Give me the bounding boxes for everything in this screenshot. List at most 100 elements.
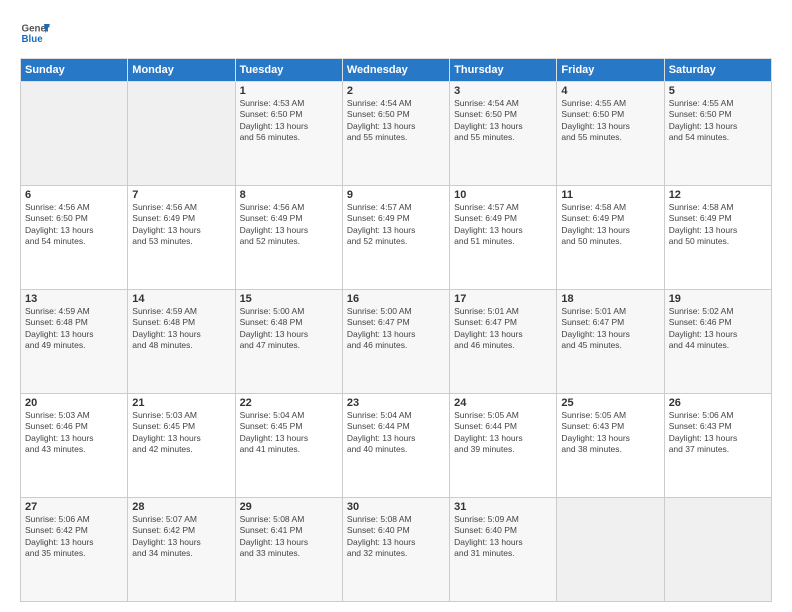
week-row-2: 6Sunrise: 4:56 AM Sunset: 6:50 PM Daylig… (21, 186, 772, 290)
weekday-header-sunday: Sunday (21, 59, 128, 82)
day-number: 12 (669, 189, 767, 201)
cell-info: Sunrise: 4:54 AM Sunset: 6:50 PM Dayligh… (454, 98, 552, 144)
calendar-cell: 3Sunrise: 4:54 AM Sunset: 6:50 PM Daylig… (450, 82, 557, 186)
cell-info: Sunrise: 4:58 AM Sunset: 6:49 PM Dayligh… (561, 202, 659, 248)
calendar-cell (557, 498, 664, 602)
cell-info: Sunrise: 5:08 AM Sunset: 6:41 PM Dayligh… (240, 514, 338, 560)
weekday-header-saturday: Saturday (664, 59, 771, 82)
cell-info: Sunrise: 4:59 AM Sunset: 6:48 PM Dayligh… (132, 306, 230, 352)
day-number: 22 (240, 397, 338, 409)
calendar-cell: 9Sunrise: 4:57 AM Sunset: 6:49 PM Daylig… (342, 186, 449, 290)
week-row-1: 1Sunrise: 4:53 AM Sunset: 6:50 PM Daylig… (21, 82, 772, 186)
cell-info: Sunrise: 5:06 AM Sunset: 6:43 PM Dayligh… (669, 410, 767, 456)
weekday-header-monday: Monday (128, 59, 235, 82)
svg-text:Blue: Blue (22, 34, 44, 45)
day-number: 3 (454, 85, 552, 97)
page: General Blue SundayMondayTuesdayWednesda… (0, 0, 792, 612)
cell-info: Sunrise: 5:00 AM Sunset: 6:48 PM Dayligh… (240, 306, 338, 352)
day-number: 13 (25, 293, 123, 305)
calendar-cell: 24Sunrise: 5:05 AM Sunset: 6:44 PM Dayli… (450, 394, 557, 498)
cell-info: Sunrise: 5:02 AM Sunset: 6:46 PM Dayligh… (669, 306, 767, 352)
day-number: 29 (240, 501, 338, 513)
calendar-cell: 22Sunrise: 5:04 AM Sunset: 6:45 PM Dayli… (235, 394, 342, 498)
cell-info: Sunrise: 5:06 AM Sunset: 6:42 PM Dayligh… (25, 514, 123, 560)
day-number: 31 (454, 501, 552, 513)
cell-info: Sunrise: 5:04 AM Sunset: 6:44 PM Dayligh… (347, 410, 445, 456)
day-number: 15 (240, 293, 338, 305)
calendar-cell: 8Sunrise: 4:56 AM Sunset: 6:49 PM Daylig… (235, 186, 342, 290)
day-number: 18 (561, 293, 659, 305)
week-row-3: 13Sunrise: 4:59 AM Sunset: 6:48 PM Dayli… (21, 290, 772, 394)
calendar-cell: 20Sunrise: 5:03 AM Sunset: 6:46 PM Dayli… (21, 394, 128, 498)
day-number: 4 (561, 85, 659, 97)
cell-info: Sunrise: 4:54 AM Sunset: 6:50 PM Dayligh… (347, 98, 445, 144)
cell-info: Sunrise: 5:03 AM Sunset: 6:46 PM Dayligh… (25, 410, 123, 456)
day-number: 10 (454, 189, 552, 201)
cell-info: Sunrise: 4:56 AM Sunset: 6:49 PM Dayligh… (240, 202, 338, 248)
calendar-cell: 23Sunrise: 5:04 AM Sunset: 6:44 PM Dayli… (342, 394, 449, 498)
day-number: 21 (132, 397, 230, 409)
calendar-cell (664, 498, 771, 602)
cell-info: Sunrise: 4:58 AM Sunset: 6:49 PM Dayligh… (669, 202, 767, 248)
weekday-header-wednesday: Wednesday (342, 59, 449, 82)
calendar-cell: 10Sunrise: 4:57 AM Sunset: 6:49 PM Dayli… (450, 186, 557, 290)
day-number: 5 (669, 85, 767, 97)
day-number: 17 (454, 293, 552, 305)
calendar-cell: 1Sunrise: 4:53 AM Sunset: 6:50 PM Daylig… (235, 82, 342, 186)
calendar-cell: 14Sunrise: 4:59 AM Sunset: 6:48 PM Dayli… (128, 290, 235, 394)
cell-info: Sunrise: 5:09 AM Sunset: 6:40 PM Dayligh… (454, 514, 552, 560)
calendar-cell: 17Sunrise: 5:01 AM Sunset: 6:47 PM Dayli… (450, 290, 557, 394)
day-number: 8 (240, 189, 338, 201)
calendar-cell: 25Sunrise: 5:05 AM Sunset: 6:43 PM Dayli… (557, 394, 664, 498)
day-number: 25 (561, 397, 659, 409)
day-number: 30 (347, 501, 445, 513)
calendar-cell: 2Sunrise: 4:54 AM Sunset: 6:50 PM Daylig… (342, 82, 449, 186)
calendar-cell: 13Sunrise: 4:59 AM Sunset: 6:48 PM Dayli… (21, 290, 128, 394)
calendar-cell: 26Sunrise: 5:06 AM Sunset: 6:43 PM Dayli… (664, 394, 771, 498)
day-number: 16 (347, 293, 445, 305)
weekday-header-tuesday: Tuesday (235, 59, 342, 82)
calendar-cell: 7Sunrise: 4:56 AM Sunset: 6:49 PM Daylig… (128, 186, 235, 290)
day-number: 24 (454, 397, 552, 409)
cell-info: Sunrise: 5:01 AM Sunset: 6:47 PM Dayligh… (454, 306, 552, 352)
weekday-header-row: SundayMondayTuesdayWednesdayThursdayFrid… (21, 59, 772, 82)
calendar-cell: 11Sunrise: 4:58 AM Sunset: 6:49 PM Dayli… (557, 186, 664, 290)
calendar-cell: 16Sunrise: 5:00 AM Sunset: 6:47 PM Dayli… (342, 290, 449, 394)
day-number: 9 (347, 189, 445, 201)
day-number: 26 (669, 397, 767, 409)
header: General Blue (20, 18, 772, 48)
cell-info: Sunrise: 5:05 AM Sunset: 6:43 PM Dayligh… (561, 410, 659, 456)
cell-info: Sunrise: 5:04 AM Sunset: 6:45 PM Dayligh… (240, 410, 338, 456)
cell-info: Sunrise: 5:00 AM Sunset: 6:47 PM Dayligh… (347, 306, 445, 352)
calendar-cell: 28Sunrise: 5:07 AM Sunset: 6:42 PM Dayli… (128, 498, 235, 602)
day-number: 14 (132, 293, 230, 305)
calendar-cell: 19Sunrise: 5:02 AM Sunset: 6:46 PM Dayli… (664, 290, 771, 394)
calendar-cell (21, 82, 128, 186)
day-number: 23 (347, 397, 445, 409)
week-row-5: 27Sunrise: 5:06 AM Sunset: 6:42 PM Dayli… (21, 498, 772, 602)
day-number: 7 (132, 189, 230, 201)
calendar-cell: 5Sunrise: 4:55 AM Sunset: 6:50 PM Daylig… (664, 82, 771, 186)
cell-info: Sunrise: 4:56 AM Sunset: 6:50 PM Dayligh… (25, 202, 123, 248)
cell-info: Sunrise: 4:59 AM Sunset: 6:48 PM Dayligh… (25, 306, 123, 352)
day-number: 6 (25, 189, 123, 201)
cell-info: Sunrise: 4:57 AM Sunset: 6:49 PM Dayligh… (454, 202, 552, 248)
day-number: 1 (240, 85, 338, 97)
calendar-cell: 21Sunrise: 5:03 AM Sunset: 6:45 PM Dayli… (128, 394, 235, 498)
logo: General Blue (20, 18, 50, 48)
day-number: 27 (25, 501, 123, 513)
cell-info: Sunrise: 4:57 AM Sunset: 6:49 PM Dayligh… (347, 202, 445, 248)
calendar-cell: 30Sunrise: 5:08 AM Sunset: 6:40 PM Dayli… (342, 498, 449, 602)
weekday-header-thursday: Thursday (450, 59, 557, 82)
day-number: 20 (25, 397, 123, 409)
day-number: 19 (669, 293, 767, 305)
cell-info: Sunrise: 5:05 AM Sunset: 6:44 PM Dayligh… (454, 410, 552, 456)
cell-info: Sunrise: 5:01 AM Sunset: 6:47 PM Dayligh… (561, 306, 659, 352)
calendar-cell: 4Sunrise: 4:55 AM Sunset: 6:50 PM Daylig… (557, 82, 664, 186)
calendar-cell: 31Sunrise: 5:09 AM Sunset: 6:40 PM Dayli… (450, 498, 557, 602)
cell-info: Sunrise: 4:53 AM Sunset: 6:50 PM Dayligh… (240, 98, 338, 144)
cell-info: Sunrise: 4:56 AM Sunset: 6:49 PM Dayligh… (132, 202, 230, 248)
day-number: 28 (132, 501, 230, 513)
cell-info: Sunrise: 4:55 AM Sunset: 6:50 PM Dayligh… (669, 98, 767, 144)
cell-info: Sunrise: 5:07 AM Sunset: 6:42 PM Dayligh… (132, 514, 230, 560)
